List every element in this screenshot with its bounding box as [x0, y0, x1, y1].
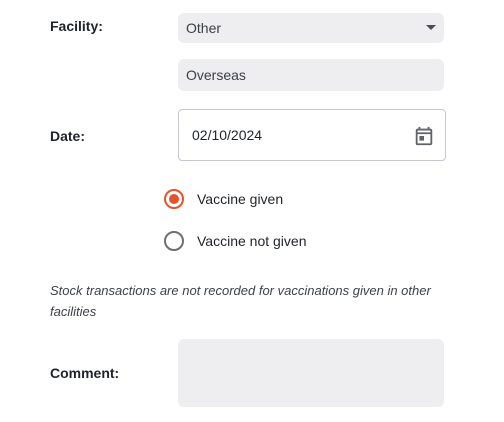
other-facility-field[interactable]: Overseas: [178, 59, 444, 91]
radio-vaccine-not-given-label: Vaccine not given: [197, 233, 307, 249]
vaccine-form: Facility: Other Overseas Date: 02/10/202…: [0, 0, 504, 422]
facility-label: Facility:: [50, 18, 103, 34]
comment-input[interactable]: [178, 339, 444, 407]
chevron-down-icon: [426, 25, 436, 30]
radio-unchecked-icon[interactable]: [164, 231, 184, 251]
facility-select[interactable]: Other: [178, 13, 444, 43]
date-label: Date:: [50, 128, 86, 144]
date-input[interactable]: 02/10/2024: [178, 109, 446, 161]
other-facility-value: Overseas: [186, 67, 246, 83]
comment-label: Comment:: [50, 365, 120, 381]
facility-select-value: Other: [186, 20, 222, 36]
date-value: 02/10/2024: [192, 127, 263, 143]
stock-transaction-note: Stock transactions are not recorded for …: [50, 283, 431, 319]
radio-vaccine-given[interactable]: Vaccine given: [164, 189, 283, 209]
radio-vaccine-given-label: Vaccine given: [197, 191, 284, 207]
calendar-icon[interactable]: [413, 125, 435, 147]
radio-vaccine-not-given[interactable]: Vaccine not given: [164, 231, 306, 251]
radio-checked-icon[interactable]: [164, 189, 184, 209]
